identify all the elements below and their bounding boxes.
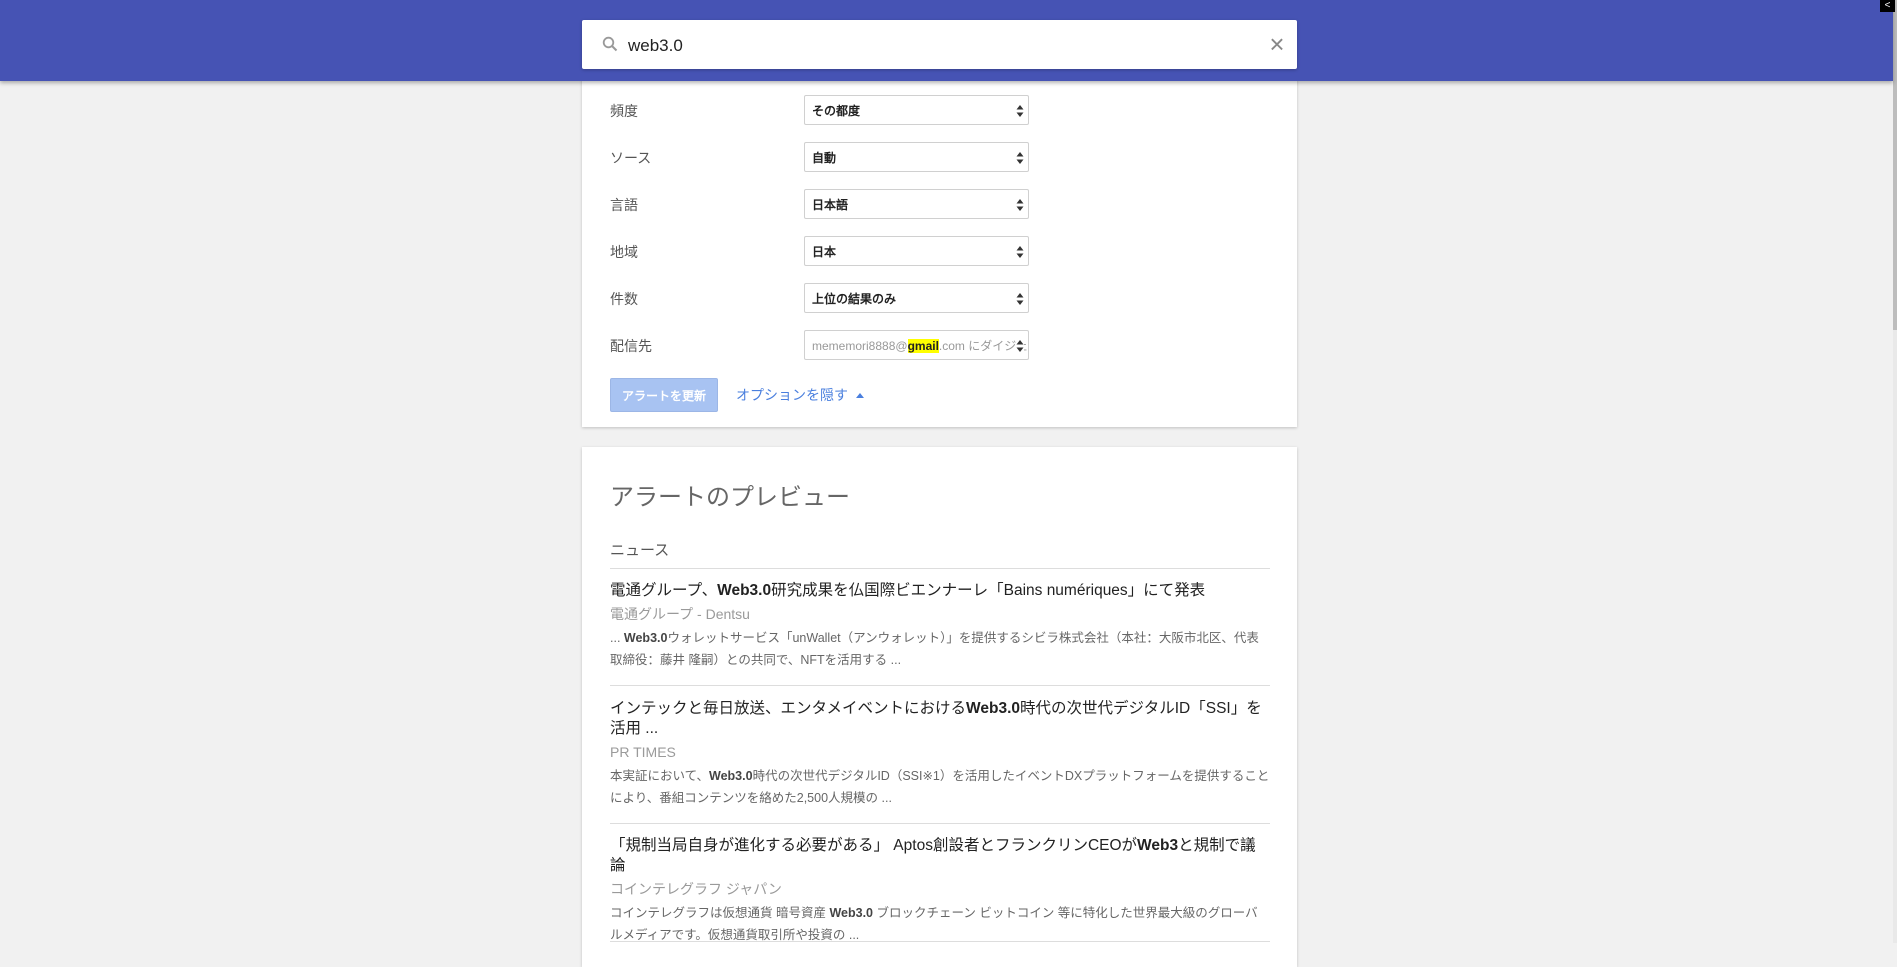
news-source: PR TIMES (610, 744, 676, 760)
hide-options-link[interactable]: オプションを隠す (736, 378, 864, 412)
news-source: コインテレグラフ ジャパン (610, 881, 782, 897)
news-item: インテックと毎日放送、エンタメイベントにおけるWeb3.0時代の次世代デジタルI… (610, 699, 1270, 809)
news-item: 電通グループ、Web3.0研究成果を仏国際ビエンナーレ「Bains numéri… (610, 581, 1270, 671)
page-scrollbar[interactable] (1893, 0, 1897, 943)
update-alert-button[interactable]: アラートを更新 (610, 378, 718, 412)
language-label: 言語 (610, 197, 638, 213)
news-title-link[interactable]: インテックと毎日放送、エンタメイベントにおけるWeb3.0時代の次世代デジタルI… (610, 699, 1270, 739)
divider (610, 568, 1270, 569)
news-source: 電通グループ - Dentsu (610, 606, 750, 622)
count-label: 件数 (610, 291, 638, 307)
search-box: × (582, 20, 1297, 71)
select-arrows-icon (1016, 293, 1024, 305)
news-title-link[interactable]: 電通グループ、Web3.0研究成果を仏国際ビエンナーレ「Bains numéri… (610, 581, 1270, 601)
delivery-select[interactable]: mememori8888@gmail.com にダイジェスト (804, 330, 1029, 360)
collapse-toggle-icon[interactable]: < (1880, 0, 1895, 12)
top-bar: × (0, 0, 1893, 81)
option-count: 件数 上位の結果のみ (610, 283, 1050, 315)
select-arrows-icon (1016, 199, 1024, 211)
divider (610, 941, 1270, 942)
news-snippet: コインテレグラフは仮想通貨 暗号資産 Web3.0 ブロックチェーン ビットコイ… (610, 906, 1258, 942)
news-item: 「規制当局自身が進化する必要がある」 Aptos創設者とフランクリンCEOがWe… (610, 836, 1270, 946)
option-language: 言語 日本語 (610, 189, 1050, 221)
divider (610, 823, 1270, 824)
language-select[interactable]: 日本語 (804, 189, 1029, 219)
news-snippet: 本実証において、Web3.0時代の次世代デジタルID（SSI※1）を活用したイベ… (610, 769, 1270, 805)
option-region: 地域 日本 (610, 236, 1050, 268)
count-select[interactable]: 上位の結果のみ (804, 283, 1029, 313)
select-arrows-icon (1016, 105, 1024, 117)
frequency-label: 頻度 (610, 103, 638, 119)
region-select[interactable]: 日本 (804, 236, 1029, 266)
caret-up-icon (856, 393, 864, 398)
scrollbar-thumb[interactable] (1893, 0, 1897, 330)
divider (610, 685, 1270, 686)
region-label: 地域 (610, 244, 638, 260)
alert-options-card: 頻度 その都度 ソース 自動 言語 日本語 地域 日本 件数 上位の結果のみ 配… (582, 60, 1297, 427)
search-icon (602, 36, 618, 52)
select-arrows-icon (1016, 339, 1024, 353)
news-section-label: ニュース (610, 542, 670, 559)
frequency-select[interactable]: その都度 (804, 95, 1029, 125)
source-label: ソース (610, 150, 652, 166)
option-frequency: 頻度 その都度 (610, 95, 1050, 127)
news-snippet: ... Web3.0ウォレットサービス「unWallet（アンウォレット）」を提… (610, 631, 1259, 667)
alert-preview-card: アラートのプレビュー ニュース 電通グループ、Web3.0研究成果を仏国際ビエン… (582, 447, 1297, 967)
news-title-link[interactable]: 「規制当局自身が進化する必要がある」 Aptos創設者とフランクリンCEOがWe… (610, 836, 1270, 876)
option-delivery: 配信先 mememori8888@gmail.com にダイジェスト (610, 330, 1050, 362)
option-source: ソース 自動 (610, 142, 1050, 174)
preview-title: アラートのプレビュー (610, 484, 850, 511)
source-select[interactable]: 自動 (804, 142, 1029, 172)
search-input[interactable] (626, 20, 1230, 71)
select-arrows-icon (1016, 246, 1024, 258)
select-arrows-icon (1016, 152, 1024, 164)
clear-icon[interactable]: × (1265, 31, 1289, 57)
delivery-label: 配信先 (610, 338, 652, 354)
